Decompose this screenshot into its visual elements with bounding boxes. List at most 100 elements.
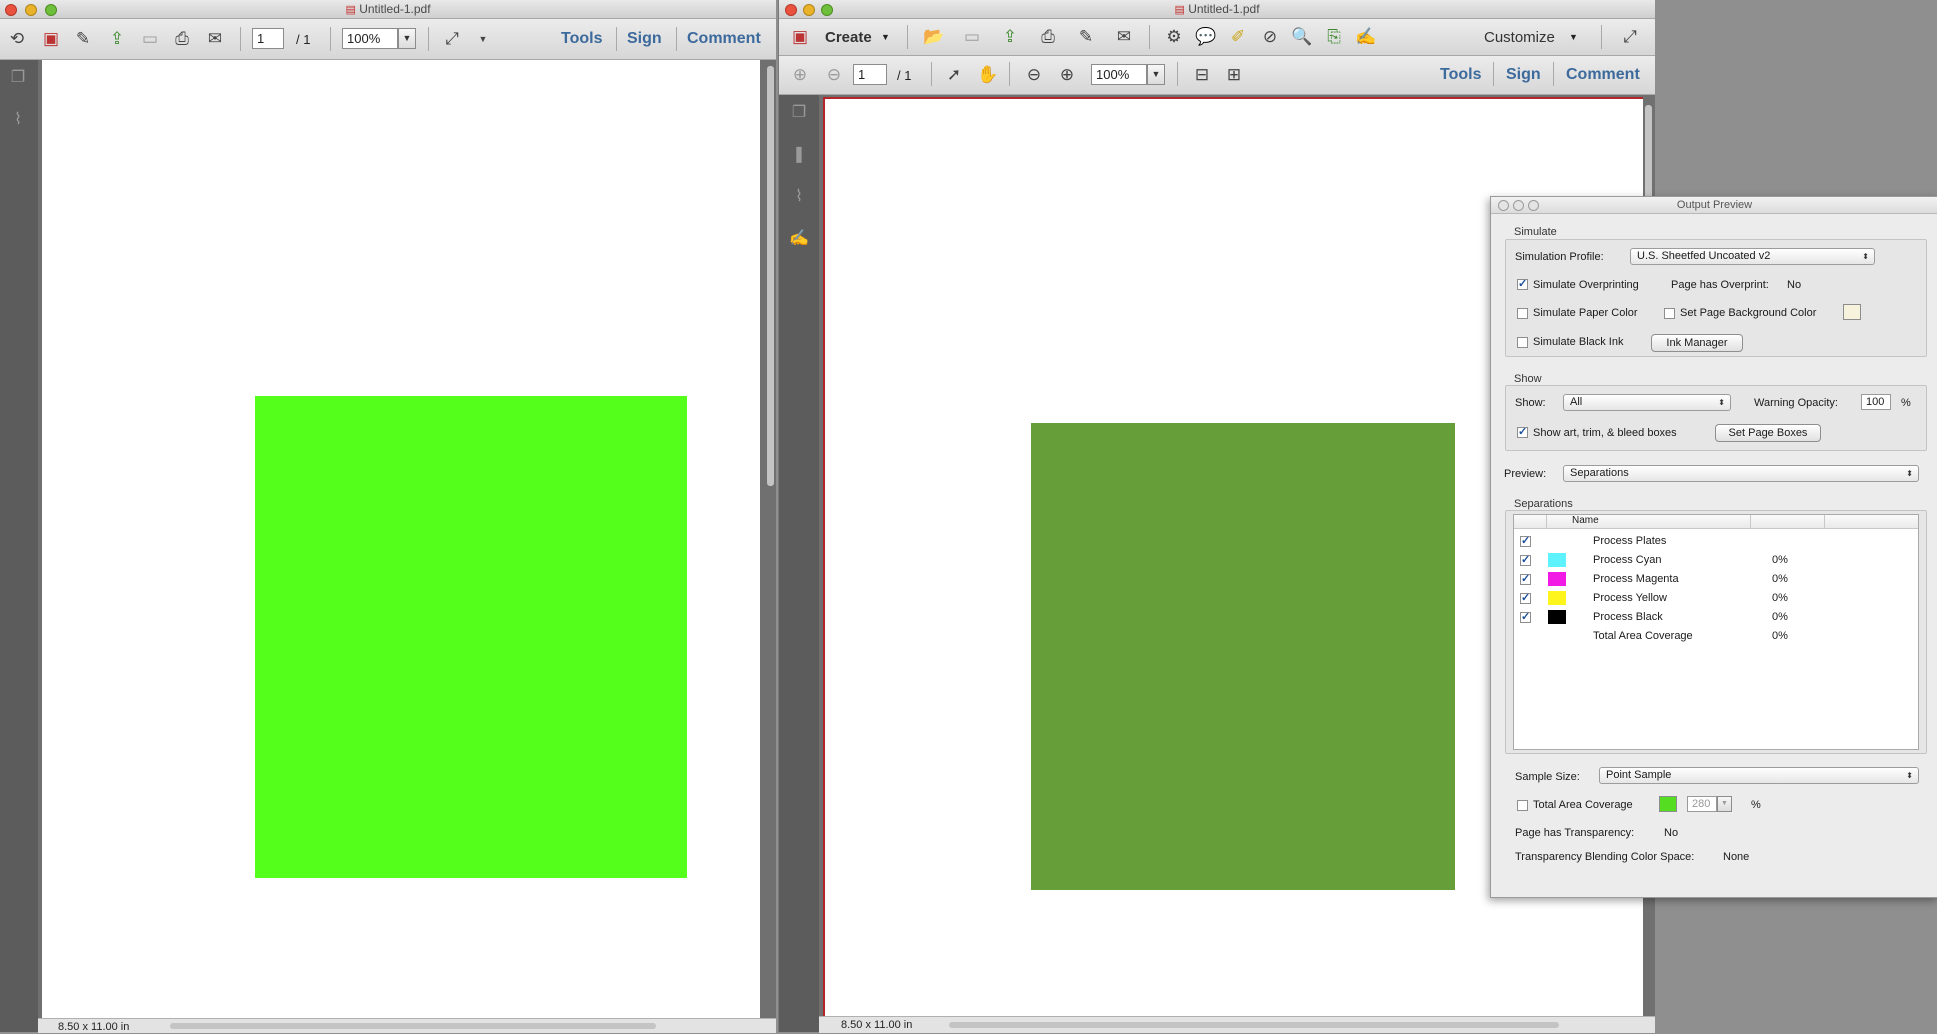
create-icon[interactable]: ⟲	[6, 28, 28, 50]
pdf-create-icon[interactable]: ▣	[40, 28, 62, 50]
bookmark-icon[interactable]: ❚	[789, 145, 809, 165]
horizontal-scrollbar[interactable]	[949, 1022, 1559, 1028]
warning-opacity-input[interactable]: 100	[1861, 394, 1891, 410]
sample-size-select[interactable]: Point Sample ⬍	[1599, 767, 1919, 784]
separation-row[interactable]: Total Area Coverage 0%	[1514, 628, 1918, 646]
set-page-boxes-button[interactable]: Set Page Boxes	[1715, 424, 1821, 442]
upload-icon[interactable]: ⇪	[999, 26, 1021, 48]
minimize-icon[interactable]	[1513, 200, 1524, 211]
background-color-swatch[interactable]	[1843, 304, 1861, 320]
hand-tool-icon[interactable]: ✋	[977, 64, 999, 86]
fullscreen-icon[interactable]: ⤢	[1619, 26, 1641, 48]
search-document-icon[interactable]: 🔍	[1291, 26, 1313, 48]
coverage-value-input[interactable]: 280	[1687, 796, 1717, 812]
coverage-color-swatch[interactable]	[1659, 796, 1677, 812]
pages-icon[interactable]: ❐	[789, 103, 809, 123]
separation-row[interactable]: ✓ Process Plates	[1514, 533, 1918, 551]
simulate-paper-color-checkbox[interactable]	[1517, 308, 1528, 319]
mail-icon[interactable]: ✉	[1113, 26, 1135, 48]
zoom-dropdown[interactable]: ▼	[398, 28, 416, 49]
gear-icon[interactable]: ⚙	[1163, 26, 1185, 48]
separation-row[interactable]: ✓ Process Yellow 0%	[1514, 590, 1918, 608]
export-icon[interactable]: ⎘	[1323, 26, 1345, 48]
page-number-input[interactable]: 1	[853, 64, 887, 85]
total-area-coverage-checkbox[interactable]	[1517, 800, 1528, 811]
create-pdf-icon[interactable]: ▣	[789, 26, 811, 48]
ink-manager-button[interactable]: Ink Manager	[1651, 334, 1743, 352]
attachment-icon[interactable]: ⌇	[8, 110, 28, 130]
print-icon[interactable]: ⎙	[171, 28, 193, 50]
simulation-profile-select[interactable]: U.S. Sheetfed Uncoated v2 ⬍	[1630, 248, 1875, 265]
right-titlebar[interactable]: ▤ Untitled-1.pdf	[779, 0, 1655, 19]
customize-button[interactable]: Customize	[1484, 29, 1555, 46]
coverage-dropdown[interactable]: ▼	[1717, 796, 1732, 812]
simulate-paper-color-label: Simulate Paper Color	[1533, 307, 1638, 319]
chevron-down-icon[interactable]: ▼	[1569, 32, 1578, 42]
previous-page-icon[interactable]: ⊕	[789, 64, 811, 86]
show-boxes-checkbox[interactable]: ✓	[1517, 427, 1528, 438]
separation-row[interactable]: ✓ Process Magenta 0%	[1514, 571, 1918, 589]
zoom-window-icon[interactable]	[821, 4, 833, 16]
set-page-background-checkbox[interactable]	[1664, 308, 1675, 319]
upload-icon[interactable]: ⇪	[106, 28, 128, 50]
create-button[interactable]: Create	[825, 29, 872, 46]
minimize-icon[interactable]	[25, 4, 37, 16]
separation-checkbox[interactable]: ✓	[1520, 536, 1531, 547]
chevron-down-icon[interactable]: ▼	[881, 32, 890, 42]
next-page-icon[interactable]: ⊖	[823, 64, 845, 86]
sign-document-icon[interactable]: ✍	[1355, 26, 1377, 48]
fit-width-icon[interactable]: ⊞	[1223, 64, 1245, 86]
print-icon[interactable]: ⎙	[1037, 26, 1059, 48]
redact-icon[interactable]: ⊘	[1259, 26, 1281, 48]
zoom-input[interactable]: 100%	[1091, 64, 1147, 85]
separation-checkbox[interactable]: ✓	[1520, 574, 1531, 585]
tools-button[interactable]: Tools	[1440, 64, 1481, 86]
close-icon[interactable]	[5, 4, 17, 16]
zoom-in-icon[interactable]: ⊕	[1056, 64, 1078, 86]
panel-titlebar[interactable]: Output Preview	[1491, 197, 1937, 214]
comment-button[interactable]: Comment	[687, 28, 761, 50]
save-icon[interactable]: ▭	[139, 28, 161, 50]
fullscreen-icon[interactable]: ⤢	[441, 28, 463, 50]
save-icon[interactable]: ▭	[961, 26, 983, 48]
attachment-icon[interactable]: ⌇	[789, 187, 809, 207]
zoom-window-icon[interactable]	[45, 4, 57, 16]
name-column-header[interactable]: Name	[1572, 515, 1599, 526]
edit-icon[interactable]: ✎	[72, 28, 94, 50]
tools-button[interactable]: Tools	[561, 28, 602, 50]
highlight-icon[interactable]: ✐	[1227, 26, 1249, 48]
chevron-down-icon[interactable]: ▼	[472, 28, 494, 50]
separation-row[interactable]: ✓ Process Cyan 0%	[1514, 552, 1918, 570]
vertical-scrollbar[interactable]	[1645, 105, 1652, 201]
pages-icon[interactable]: ❐	[8, 68, 28, 88]
sign-button[interactable]: Sign	[627, 28, 662, 50]
separation-row[interactable]: ✓ Process Black 0%	[1514, 609, 1918, 627]
zoom-input[interactable]: 100%	[342, 28, 398, 49]
zoom-dropdown[interactable]: ▼	[1147, 64, 1165, 85]
simulate-black-ink-checkbox[interactable]	[1517, 337, 1528, 348]
signature-icon[interactable]: ✍	[789, 229, 809, 249]
minimize-icon[interactable]	[803, 4, 815, 16]
comment-bubble-icon[interactable]: 💬	[1195, 26, 1217, 48]
select-arrow-icon[interactable]: ➚	[943, 64, 965, 86]
separation-checkbox[interactable]: ✓	[1520, 593, 1531, 604]
simulate-overprinting-checkbox[interactable]: ✓	[1517, 279, 1528, 290]
fit-page-icon[interactable]: ⊟	[1191, 64, 1213, 86]
left-titlebar[interactable]: ▤ Untitled-1.pdf	[0, 0, 776, 19]
separation-checkbox[interactable]: ✓	[1520, 612, 1531, 623]
horizontal-scrollbar[interactable]	[170, 1023, 656, 1029]
sign-button[interactable]: Sign	[1506, 64, 1541, 86]
zoom-window-icon[interactable]	[1528, 200, 1539, 211]
close-icon[interactable]	[1498, 200, 1509, 211]
show-select[interactable]: All ⬍	[1563, 394, 1731, 411]
zoom-out-icon[interactable]: ⊖	[1023, 64, 1045, 86]
separation-checkbox[interactable]: ✓	[1520, 555, 1531, 566]
open-folder-icon[interactable]: 📂	[923, 26, 945, 48]
comment-button[interactable]: Comment	[1566, 64, 1640, 86]
page-number-input[interactable]: 1	[252, 28, 284, 49]
preview-select[interactable]: Separations ⬍	[1563, 465, 1919, 482]
mail-icon[interactable]: ✉	[204, 28, 226, 50]
close-icon[interactable]	[785, 4, 797, 16]
edit-icon[interactable]: ✎	[1075, 26, 1097, 48]
vertical-scrollbar[interactable]	[767, 66, 774, 486]
